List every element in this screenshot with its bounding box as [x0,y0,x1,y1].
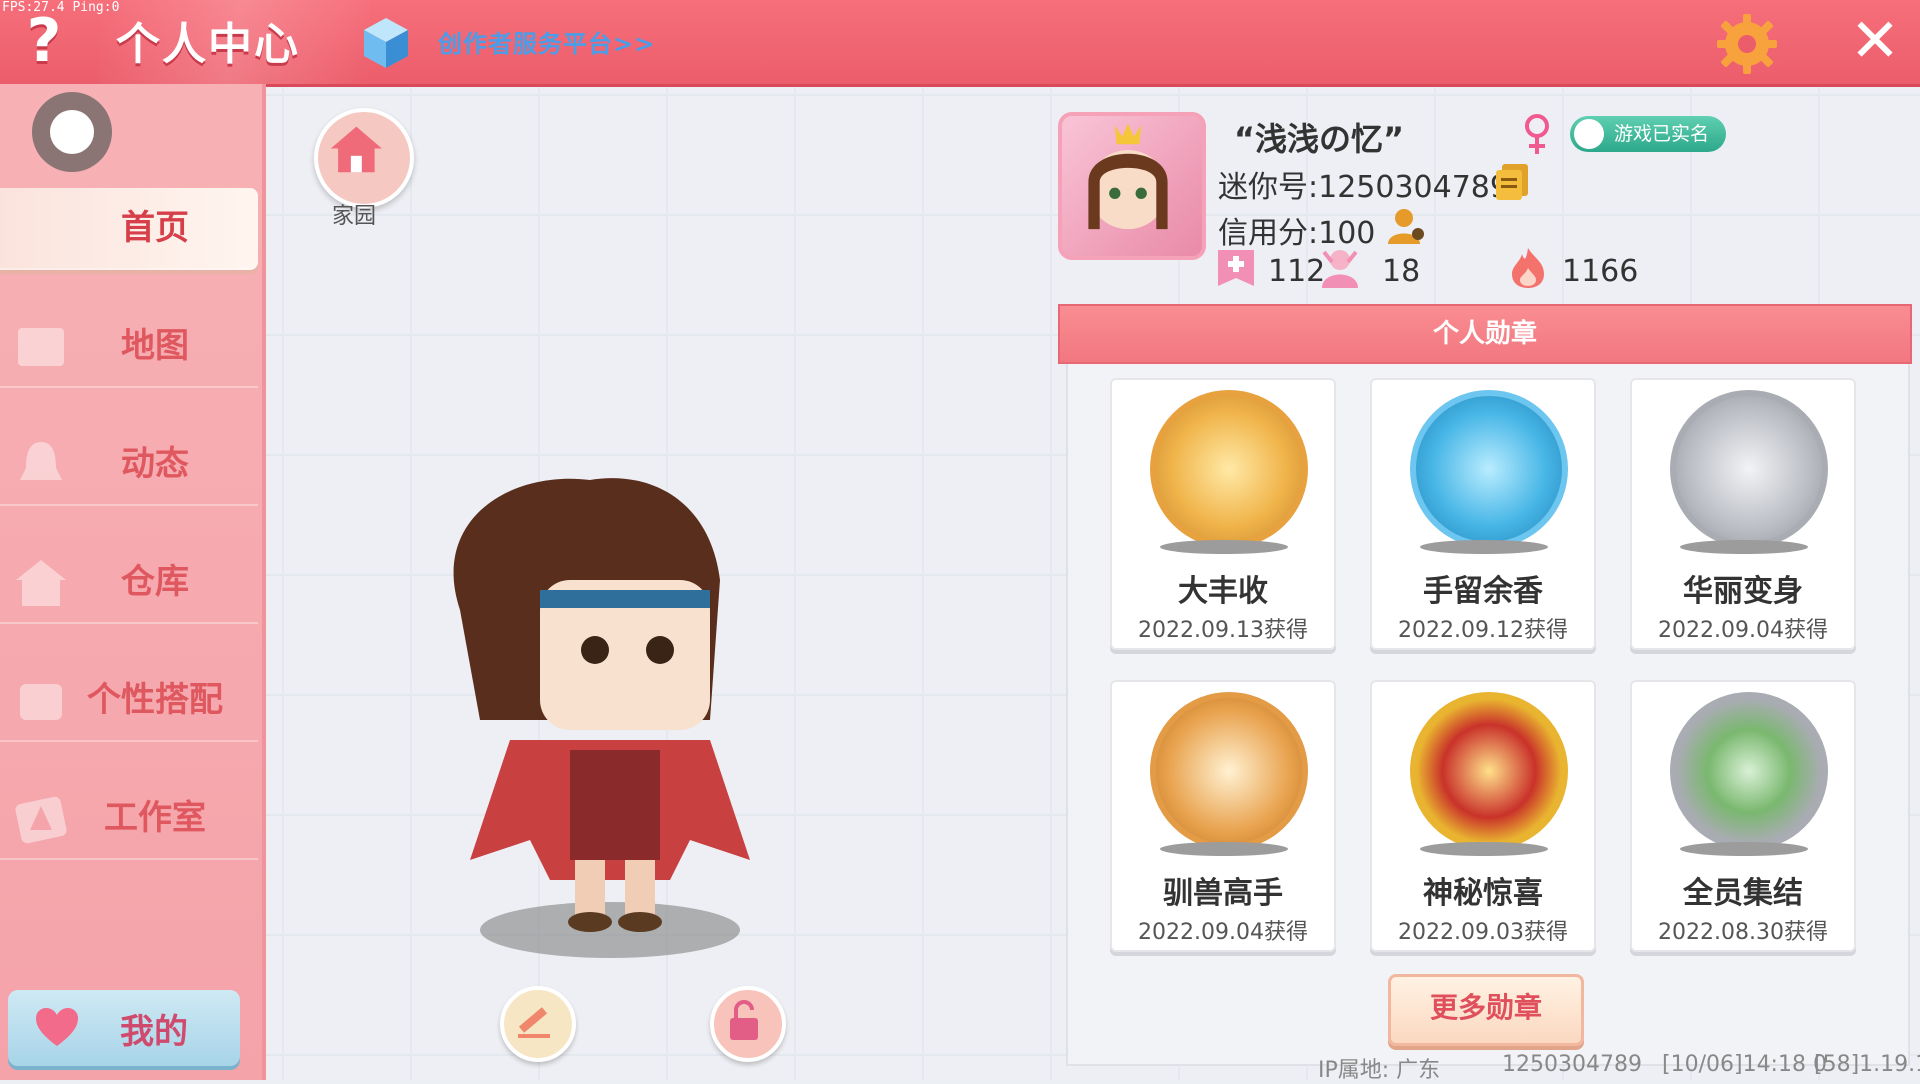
close-button[interactable]: ✕ [1846,11,1904,71]
medal-name: 华丽变身 [1683,574,1803,609]
medal-card[interactable]: 手留余香 2022.09.12获得 [1370,378,1596,650]
profile-avatar[interactable] [1058,112,1206,260]
heat-count: 1166 [1562,254,1639,289]
like-icon [1218,250,1254,286]
cube-icon [364,18,408,68]
medal-card[interactable]: 大丰收 2022.09.13获得 [1110,378,1336,650]
medal-card[interactable]: 华丽变身 2022.09.04获得 [1630,378,1856,650]
medal-date: 2022.09.12获得 [1398,618,1568,643]
more-medals-button[interactable]: 更多勋章 [1388,974,1584,1046]
sidebar-item-warehouse[interactable]: 仓库 [0,542,258,624]
medal-surprise-icon [1410,692,1568,850]
female-icon [1525,114,1549,154]
medal-assemble-icon [1670,692,1828,850]
sidebar-item-studio[interactable]: 工作室 [0,778,258,860]
flame-icon [1512,248,1544,288]
page-title: 个人中心 [116,19,300,70]
lock-icon [730,1000,758,1040]
sidebar-item-label: 首页 [121,208,189,248]
medal-harvest-icon [1150,390,1308,548]
medal-fragrance-icon [1410,390,1568,548]
medal-name: 全员集结 [1683,876,1803,911]
tree-icon [15,796,67,844]
creator-platform-link[interactable]: 创作者服务平台>> [438,24,655,59]
medal-name: 大丰收 [1178,574,1268,609]
mine-label: 我的 [120,1012,188,1052]
medal-section-title: 个人勋章 [1058,304,1912,364]
sidebar-item-label: 动态 [121,444,189,484]
medal-transform-icon [1670,390,1828,548]
mine-button[interactable]: 我的 [8,990,240,1066]
avatar-toggle[interactable] [32,92,112,172]
sidebar-item-label: 个性搭配 [87,680,223,720]
bell-icon [20,442,62,480]
lock-button[interactable] [710,986,786,1062]
top-bar: FPS:27.4 Ping:0 ? 个人中心 创作者服务平台>> ✕ [0,0,1920,87]
edit-button[interactable] [500,986,576,1062]
sidebar: 首页 地图 动态 仓库 个性搭配 工作室 我的 [0,84,266,1080]
mini-id: 迷你号:1250304789 [1218,170,1509,205]
help-button[interactable]: ? [18,8,70,74]
sidebar-item-outfit[interactable]: 个性搭配 [0,660,258,742]
medal-tamer-icon [1150,692,1308,850]
credit-user-icon[interactable] [1384,204,1428,248]
gear-icon[interactable] [1715,12,1779,76]
nickname: “浅浅の忆” [1234,120,1405,158]
sidebar-item-label: 工作室 [104,798,206,838]
medal-date: 2022.09.04获得 [1138,920,1308,945]
medal-date: 2022.09.03获得 [1398,920,1568,945]
medal-name: 神秘惊喜 [1423,876,1543,911]
home-label: 家园 [332,204,377,229]
medal-name: 驯兽高手 [1163,876,1283,911]
map-icon [18,328,64,366]
sidebar-item-feed[interactable]: 动态 [0,424,258,506]
medal-date: 2022.09.13获得 [1138,618,1308,643]
outfit-icon [20,684,62,720]
avatar-portrait [1088,123,1168,230]
pencil-icon [518,1007,550,1038]
sidebar-item-label: 仓库 [121,562,189,602]
sidebar-item-map[interactable]: 地图 [0,306,258,388]
player-character [453,478,750,958]
footer-time: [10/06]14:18 0 [1662,1052,1827,1077]
medal-date: 2022.08.30获得 [1658,920,1828,945]
fans-count: 18 [1382,254,1421,289]
house-icon [330,126,382,173]
medal-card[interactable]: 神秘惊喜 2022.09.03获得 [1370,680,1596,952]
sidebar-item-label: 地图 [121,326,189,366]
house-icon [16,560,66,606]
footer-version: [58]1.19.1 [1814,1052,1920,1077]
medal-name: 手留余香 [1423,574,1543,609]
medal-card[interactable]: 全员集结 2022.08.30获得 [1630,680,1856,952]
user-verified-icon [1574,119,1604,149]
medal-card[interactable]: 驯兽高手 2022.09.04获得 [1110,680,1336,952]
likes-count: 112 [1268,254,1326,289]
footer-uid: 1250304789 [1502,1052,1642,1077]
heart-icon [36,1008,78,1046]
medal-date: 2022.09.04获得 [1658,618,1828,643]
sidebar-item-home[interactable]: 首页 [0,188,258,270]
home-garden-button[interactable] [314,108,414,208]
ip-location: IP属地: 广东 [1318,1058,1441,1083]
realname-badge: 游戏已实名 [1570,116,1726,152]
copy-icon[interactable] [1494,162,1530,202]
fans-icon [1322,250,1358,288]
